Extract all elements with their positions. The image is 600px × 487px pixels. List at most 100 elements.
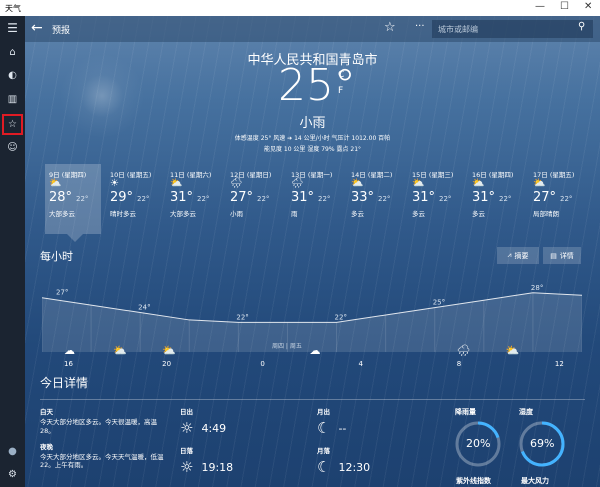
sunrise-icon: ☼ <box>180 419 194 437</box>
x-tick-label: 8 <box>457 360 461 368</box>
hour-weather-icon: ⛅ <box>506 344 520 357</box>
hour-weather-icon: 🌧 <box>457 344 471 357</box>
sunset-label: 日落 <box>180 447 193 455</box>
page-title: 预报 <box>52 26 71 36</box>
uv-label: 紫外线指数 <box>456 477 491 485</box>
window-title: 天气 <box>5 4 21 13</box>
hourly-chart: 27° 24° 22° 22° 25° 28° ☁ ⛅ ⛅ ☁ 🌧 ⛅ 周四 | 周五 16 20 0 4… <box>42 284 582 368</box>
day-label: 白天 <box>40 408 53 416</box>
forecast-condition: 多云 <box>351 210 364 218</box>
search-icon[interactable]: ⚲ <box>578 21 585 32</box>
forecast-low: 22° <box>137 195 150 203</box>
forecast-condition: 小雨 <box>230 210 243 218</box>
summary-label: 摘要 <box>514 251 529 260</box>
main-content: ← 预报 ☆ ··· ⚲ 中华人民共和国青岛市 25° C F 小雨 体感温度 … <box>25 16 600 487</box>
star-icon[interactable]: ☆ <box>384 20 396 35</box>
forecast-condition: 大部多云 <box>49 210 75 218</box>
precip-value: 20% <box>466 437 491 450</box>
partly-cloudy-icon: ⛅ <box>170 178 183 189</box>
table-icon: ▤ <box>550 251 557 260</box>
precip-label: 降雨量 <box>455 408 476 416</box>
forecast-day[interactable]: 10日 (星期五) ☀ 29° 22° 晴时多云 <box>106 164 162 234</box>
partly-cloudy-icon: ⛅ <box>351 178 364 189</box>
temp-point-label: 25° <box>433 299 445 307</box>
summary-button[interactable]: ⩘ 摘要 <box>497 247 539 264</box>
close-button[interactable]: ✕ <box>584 1 592 12</box>
sun-icon: ☀ <box>110 178 119 189</box>
forecast-low: 22° <box>378 195 391 203</box>
favorites-icon[interactable]: ☆ <box>2 114 23 135</box>
forecast-low: 22° <box>560 195 573 203</box>
moonset-icon: ☾ <box>317 458 331 476</box>
day-text: 今天大部分地区多云。今天很温暖，高温 28。 <box>40 418 157 435</box>
unit-celsius[interactable]: C <box>338 70 344 80</box>
forecast-day[interactable]: 11日 (星期六) ⛅ 31° 22° 大部多云 <box>166 164 222 234</box>
home-icon[interactable]: ⌂ <box>4 44 21 61</box>
map-icon[interactable]: ◐ <box>4 67 21 84</box>
forecast-condition: 晴时多云 <box>110 210 136 218</box>
details-button[interactable]: ▤ 详情 <box>543 247 581 264</box>
x-tick-label: 12 <box>555 360 564 368</box>
x-tick-label: 0 <box>260 360 264 368</box>
forecast-day[interactable]: 13日 (星期一) 🌧 31° 22° 雨 <box>287 164 343 234</box>
forecast-low: 22° <box>439 195 452 203</box>
temp-point-label: 22° <box>335 313 347 321</box>
forecast-condition: 多云 <box>412 210 425 218</box>
sun-column: 日出 ☼ 4:49 日落 ☼ 19:18 <box>180 406 290 476</box>
forecast-high: 29° <box>110 190 134 205</box>
minimize-button[interactable]: — <box>535 1 545 12</box>
wind-label: 最大风力 <box>521 477 549 485</box>
forecast-high: 33° <box>351 190 375 205</box>
forecast-condition: 雨 <box>291 210 298 218</box>
more-icon[interactable]: ··· <box>415 21 425 32</box>
forecast-day[interactable]: 17日 (星期五) ⛅ 27° 22° 局部晴朗 <box>529 164 585 234</box>
night-label: 夜晚 <box>40 442 53 451</box>
chart-icon: ⩘ <box>507 251 512 259</box>
partly-cloudy-icon: ⛅ <box>49 178 62 189</box>
partly-cloudy-icon: ⛅ <box>472 178 485 189</box>
top-bar: ← 预报 ☆ ··· ⚲ <box>25 16 600 42</box>
day-night-column: 白天 今天大部分地区多云。今天很温暖，高温 28。 夜晚 今天大部分地区多云。今… <box>40 406 170 470</box>
moon-column: 月出 ☾ -- 月落 ☾ 12:30 <box>317 406 427 476</box>
unit-fahrenheit[interactable]: F <box>338 86 343 96</box>
current-temp: 25° <box>278 60 356 111</box>
forecast-day[interactable]: 16日 (星期四) ⛅ 31° 22° 多云 <box>468 164 524 234</box>
settings-icon[interactable]: ⚙ <box>4 466 21 483</box>
current-condition: 小雨 <box>299 116 326 131</box>
humidity-label: 湿度 <box>519 408 533 416</box>
forecast-day[interactable]: 9日 (星期四) ⛅ 28° 22° 大部多云 <box>45 164 101 234</box>
forecast-low: 22° <box>499 195 512 203</box>
forecast-condition: 大部多云 <box>170 210 196 218</box>
temp-point-label: 27° <box>56 289 68 297</box>
forecast-high: 28° <box>49 190 73 205</box>
forecast-high: 31° <box>472 190 496 205</box>
temp-point-label: 24° <box>138 304 150 312</box>
forecast-low: 22° <box>197 195 210 203</box>
forecast-high: 31° <box>412 190 436 205</box>
hourly-title: 每小时 <box>40 250 73 263</box>
forecast-day[interactable]: 12日 (星期日) 🌧 27° 22° 小雨 <box>226 164 282 234</box>
back-icon[interactable]: ← <box>31 20 43 36</box>
emoji-icon[interactable]: ☺ <box>4 139 21 156</box>
history-icon[interactable]: ▥ <box>4 91 21 108</box>
forecast-condition: 局部晴朗 <box>533 210 559 218</box>
day-divider-label: 周四 | 周五 <box>272 343 302 350</box>
menu-icon[interactable]: ☰ <box>4 19 21 36</box>
x-tick-label: 4 <box>359 360 364 368</box>
details-line-2: 能见度 10 公里 湿度 79% 露点 21° <box>263 146 362 153</box>
forecast-high: 27° <box>230 190 254 205</box>
forecast-high: 27° <box>533 190 557 205</box>
account-icon[interactable]: ● <box>4 443 21 460</box>
moonrise-icon: ☾ <box>317 419 331 437</box>
forecast-day[interactable]: 15日 (星期三) ⛅ 31° 22° 多云 <box>408 164 464 234</box>
night-text: 今天大部分地区多云。今天天气温暖，低温 22。上午有雨。 <box>40 452 164 470</box>
moonset-time: 12:30 <box>338 460 371 474</box>
moonrise-time: -- <box>338 421 347 435</box>
partly-cloudy-icon: ⛅ <box>412 178 425 189</box>
forecast-low: 22° <box>318 195 331 203</box>
x-tick-label: 16 <box>64 360 73 368</box>
hour-weather-icon: ☁ <box>64 344 75 357</box>
search-input[interactable] <box>432 20 593 38</box>
forecast-day[interactable]: 14日 (星期二) ⛅ 33° 22° 多云 <box>347 164 403 234</box>
maximize-button[interactable]: ☐ <box>560 1 569 12</box>
